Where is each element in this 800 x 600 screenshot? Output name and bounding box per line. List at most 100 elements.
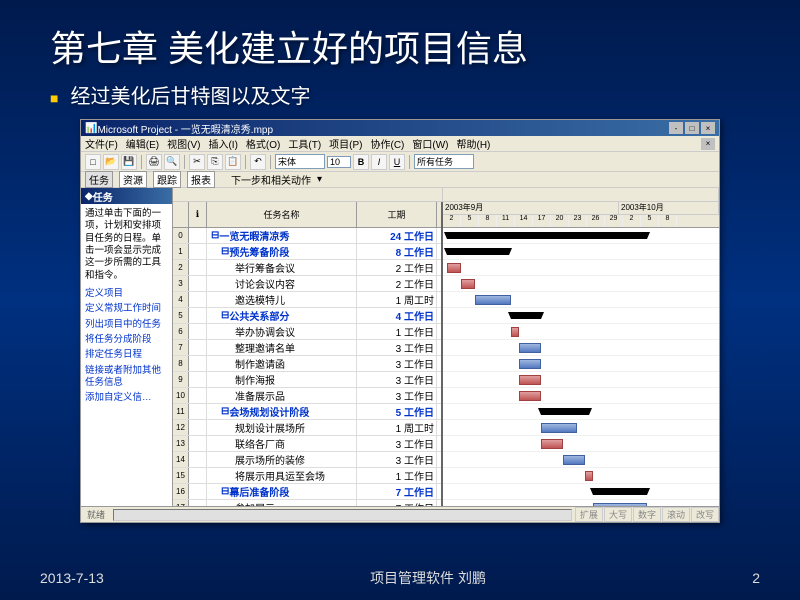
taskname-cell[interactable]: 讨论会议内容	[207, 276, 357, 291]
task-bar[interactable]	[541, 439, 563, 449]
header-duration[interactable]: 工期	[357, 202, 437, 227]
duration-cell[interactable]: 2 工作日	[357, 260, 437, 275]
duration-cell[interactable]: 3 工作日	[357, 452, 437, 467]
link-list-tasks[interactable]: 列出项目中的任务	[85, 319, 168, 331]
table-row[interactable]: 12规划设计展场所1 周工时	[173, 420, 441, 436]
taskname-cell[interactable]: 制作邀请函	[207, 356, 357, 371]
preview-icon[interactable]: 🔍	[164, 154, 180, 170]
menu-tools[interactable]: 工具(T)	[288, 136, 321, 151]
cut-icon[interactable]: ✂	[189, 154, 205, 170]
duration-cell[interactable]: 1 周工时	[357, 420, 437, 435]
task-bar[interactable]	[475, 295, 511, 305]
underline-icon[interactable]: U	[389, 154, 405, 170]
duration-cell[interactable]: 1 工作日	[357, 468, 437, 483]
duration-cell[interactable]: 3 工作日	[357, 436, 437, 451]
view-tasks[interactable]: 任务	[85, 171, 113, 188]
mdi-close-button[interactable]: ×	[701, 138, 715, 150]
taskname-cell[interactable]: ⊟ 预先筹备阶段	[207, 244, 357, 259]
duration-cell[interactable]: 4 工作日	[357, 308, 437, 323]
duration-cell[interactable]: 2 工作日	[357, 276, 437, 291]
maximize-button[interactable]: □	[685, 122, 699, 134]
duration-cell[interactable]: 7 工作日	[357, 484, 437, 499]
menu-file[interactable]: 文件(F)	[85, 136, 118, 151]
link-link-info[interactable]: 链接或者附加其他任务信息	[85, 365, 168, 390]
table-row[interactable]: 6举办协调会议1 工作日	[173, 324, 441, 340]
view-report[interactable]: 报表	[187, 171, 215, 188]
collapse-icon[interactable]: ⊟	[211, 230, 219, 241]
duration-cell[interactable]: 3 工作日	[357, 340, 437, 355]
menu-project[interactable]: 项目(P)	[329, 136, 362, 151]
menu-edit[interactable]: 编辑(E)	[126, 136, 159, 151]
link-worktime[interactable]: 定义常规工作时间	[85, 303, 168, 315]
task-bar[interactable]	[461, 279, 475, 289]
copy-icon[interactable]: ⎘	[207, 154, 223, 170]
duration-cell[interactable]: 24 工作日	[357, 228, 437, 243]
taskname-cell[interactable]: 准备展示品	[207, 388, 357, 403]
task-bar[interactable]	[585, 471, 593, 481]
print-icon[interactable]: 🖨	[146, 154, 162, 170]
undo-icon[interactable]: ↶	[250, 154, 266, 170]
table-row[interactable]: 5⊟ 公共关系部分4 工作日	[173, 308, 441, 324]
task-bar[interactable]	[541, 423, 577, 433]
task-bar[interactable]	[511, 327, 519, 337]
duration-cell[interactable]: 8 工作日	[357, 244, 437, 259]
menu-collab[interactable]: 协作(C)	[371, 136, 405, 151]
taskname-cell[interactable]: 将展示用具运至会场	[207, 468, 357, 483]
table-row[interactable]: 1⊟ 预先筹备阶段8 工作日	[173, 244, 441, 260]
header-taskname[interactable]: 任务名称	[207, 202, 357, 227]
table-row[interactable]: 0⊟ 一览无暇清凉秀24 工作日	[173, 228, 441, 244]
menu-view[interactable]: 视图(V)	[167, 136, 200, 151]
font-select[interactable]: 宋体	[275, 154, 325, 169]
duration-cell[interactable]: 3 工作日	[357, 388, 437, 403]
task-bar[interactable]	[519, 391, 541, 401]
minimize-button[interactable]: -	[669, 122, 683, 134]
filter-select[interactable]: 所有任务	[414, 154, 474, 169]
taskname-cell[interactable]: 制作海报	[207, 372, 357, 387]
taskname-cell[interactable]: 举办协调会议	[207, 324, 357, 339]
bold-icon[interactable]: B	[353, 154, 369, 170]
task-bar[interactable]	[447, 263, 461, 273]
collapse-icon[interactable]: ⊟	[221, 246, 229, 257]
menu-format[interactable]: 格式(O)	[246, 136, 280, 151]
task-bar[interactable]	[519, 359, 541, 369]
taskname-cell[interactable]: ⊟ 公共关系部分	[207, 308, 357, 323]
task-bar[interactable]	[519, 343, 541, 353]
dropdown-icon[interactable]: ▾	[317, 174, 322, 185]
link-custom[interactable]: 添加自定义信…	[85, 392, 168, 404]
h-scrollbar[interactable]	[113, 509, 572, 521]
table-row[interactable]: 4邀选模特儿1 周工时	[173, 292, 441, 308]
link-define-project[interactable]: 定义项目	[85, 288, 168, 300]
duration-cell[interactable]: 5 工作日	[357, 404, 437, 419]
summary-bar[interactable]	[447, 248, 509, 255]
taskname-cell[interactable]: ⊟ 一览无暇清凉秀	[207, 228, 357, 243]
table-row[interactable]: 8制作邀请函3 工作日	[173, 356, 441, 372]
open-icon[interactable]: 📂	[103, 154, 119, 170]
table-row[interactable]: 7整理邀请名单3 工作日	[173, 340, 441, 356]
paste-icon[interactable]: 📋	[225, 154, 241, 170]
duration-cell[interactable]: 1 周工时	[357, 292, 437, 307]
grid-body[interactable]: 0⊟ 一览无暇清凉秀24 工作日1⊟ 预先筹备阶段8 工作日2举行筹备会议2 工…	[173, 228, 441, 506]
close-button[interactable]: ×	[701, 122, 715, 134]
task-bar[interactable]	[519, 375, 541, 385]
view-resources[interactable]: 资源	[119, 171, 147, 188]
table-row[interactable]: 14展示场所的装修3 工作日	[173, 452, 441, 468]
summary-bar[interactable]	[511, 312, 541, 319]
summary-bar[interactable]	[447, 232, 647, 239]
taskname-cell[interactable]: 举行筹备会议	[207, 260, 357, 275]
taskname-cell[interactable]: ⊟ 幕后准备阶段	[207, 484, 357, 499]
collapse-icon[interactable]: ⊟	[221, 486, 229, 497]
table-row[interactable]: 11⊟ 会场规划设计阶段5 工作日	[173, 404, 441, 420]
collapse-icon[interactable]: ⊟	[221, 310, 229, 321]
taskname-cell[interactable]: 邀选模特儿	[207, 292, 357, 307]
gantt-body[interactable]	[443, 228, 719, 506]
taskname-cell[interactable]: 联络各厂商	[207, 436, 357, 451]
taskname-cell[interactable]: 规划设计展场所	[207, 420, 357, 435]
gantt-area[interactable]: 2003年9月 2003年10月 25811141720232629258	[443, 202, 719, 506]
table-row[interactable]: 15将展示用具运至会场1 工作日	[173, 468, 441, 484]
menu-window[interactable]: 窗口(W)	[412, 136, 448, 151]
summary-bar[interactable]	[541, 408, 589, 415]
taskname-cell[interactable]: 整理邀请名单	[207, 340, 357, 355]
duration-cell[interactable]: 3 工作日	[357, 372, 437, 387]
menu-insert[interactable]: 插入(I)	[208, 136, 237, 151]
table-row[interactable]: 13联络各厂商3 工作日	[173, 436, 441, 452]
